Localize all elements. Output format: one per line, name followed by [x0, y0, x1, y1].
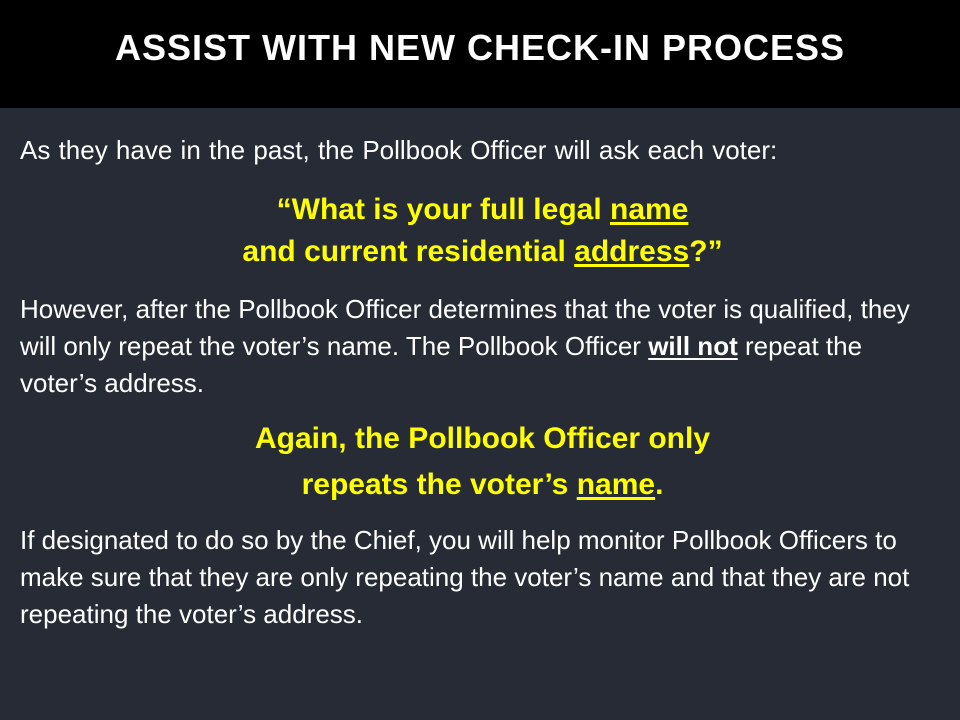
callout-line1: Again, the Pollbook Officer only	[254, 422, 711, 455]
callout-reminder: Again, the Pollbook Officer only repeats…	[20, 416, 945, 508]
quote-name-underlined: name	[610, 193, 689, 226]
quote-line2-text: and current residential	[242, 235, 575, 268]
slide-content: As they have in the past, the Pollbook O…	[20, 132, 945, 633]
quote-address-underlined: address	[574, 235, 690, 268]
callout-line2-suffix: .	[655, 468, 664, 501]
quote-line1-text: “What is your full legal	[276, 193, 610, 226]
paragraph2-emphasis: will not	[648, 331, 738, 361]
title-bar: ASSIST WITH NEW CHECK-IN PROCESS	[0, 0, 960, 108]
intro-text: As they have in the past, the Pollbook O…	[20, 135, 778, 165]
paragraph-procedure: However, after the Pollbook Officer dete…	[20, 291, 945, 402]
slide: ASSIST WITH NEW CHECK-IN PROCESS As they…	[0, 0, 960, 720]
callout-line2-text: repeats the voter’s	[301, 468, 577, 501]
quote-line2-suffix: ?”	[689, 235, 723, 268]
paragraph-monitoring: If designated to do so by the Chief, you…	[20, 525, 910, 629]
callout-name-underlined: name	[576, 468, 656, 501]
question-quote: “What is your full legal name and curren…	[20, 189, 945, 273]
slide-title: ASSIST WITH NEW CHECK-IN PROCESS	[114, 27, 846, 68]
